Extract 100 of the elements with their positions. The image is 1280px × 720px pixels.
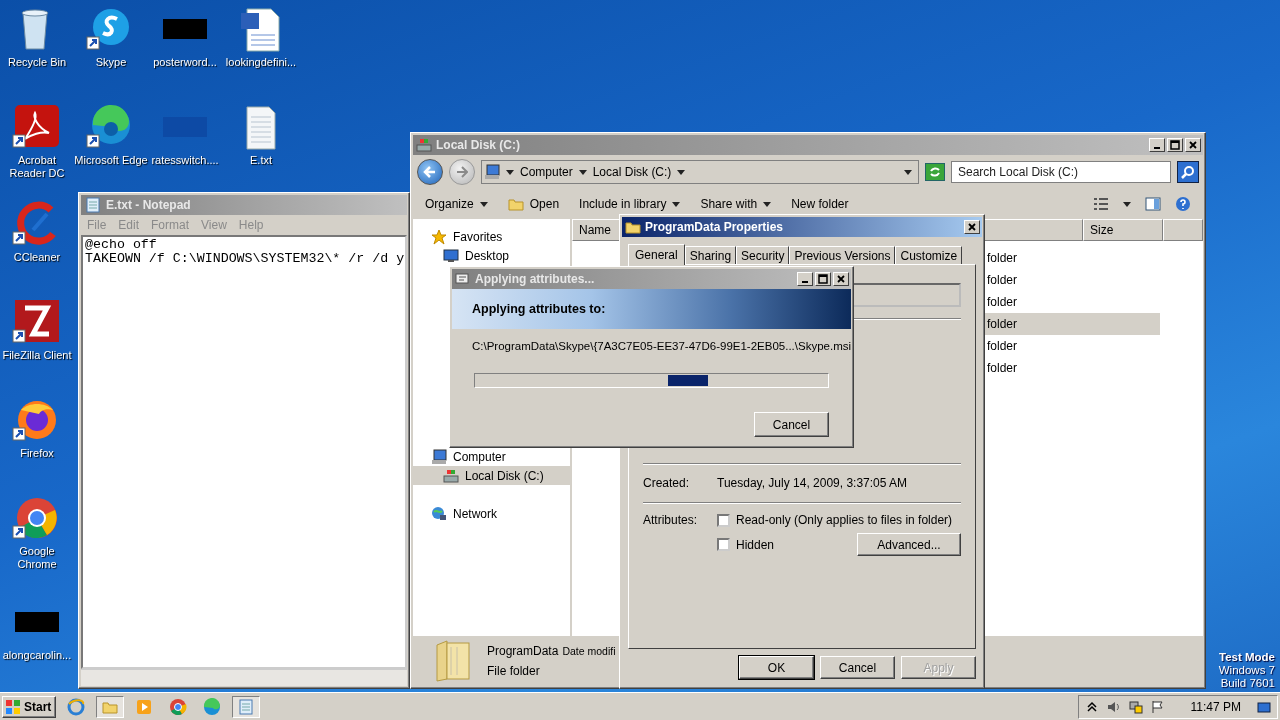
windows-logo-icon	[5, 698, 21, 715]
dialog-heading: Applying attributes to:	[472, 302, 606, 316]
folder-icon	[433, 639, 473, 683]
refresh-button[interactable]	[925, 163, 945, 181]
nav-item[interactable]: Desktop	[413, 246, 570, 265]
icon-label[interactable]: FileZilla Client	[2, 349, 72, 362]
toolbar-button[interactable]: Organize	[425, 197, 488, 211]
minimize-icon	[1154, 147, 1160, 149]
forward-button[interactable]	[449, 159, 475, 185]
tab[interactable]: General	[628, 244, 685, 265]
taskbar-button[interactable]	[96, 695, 125, 718]
maximize-icon	[818, 274, 828, 284]
checkbox[interactable]	[717, 513, 730, 527]
close-icon	[836, 274, 846, 284]
icon-label[interactable]: lookingdefini...	[225, 56, 297, 69]
field-label: Date modifi	[562, 645, 616, 657]
icon-label[interactable]: Skype	[95, 56, 127, 69]
caret-icon	[578, 169, 587, 175]
field-value: Tuesday, July 14, 2009, 3:37:05 AM	[717, 476, 908, 490]
icon-label[interactable]: posterword...	[153, 56, 217, 69]
text-line: TAKEOWN /f C:\WINDOWS\SYSTEM32\* /r /d y	[85, 252, 403, 266]
swirl-icon	[203, 697, 222, 716]
back-button[interactable]	[417, 159, 443, 185]
nav-item[interactable]: Network	[413, 504, 570, 523]
checkbox-label[interactable]: Hidden	[736, 537, 775, 552]
speaker-icon[interactable]	[1106, 699, 1121, 714]
text-area[interactable]: @echo off TAKEOWN /f C:\WINDOWS\SYSTEM32\* /r /d y	[81, 235, 407, 669]
checkbox-label[interactable]: Read-only (Only applies to files in folder)	[736, 513, 953, 527]
column-header[interactable]	[1163, 219, 1203, 241]
show-desktop-icon[interactable]	[1257, 699, 1271, 714]
redacted-icon	[163, 19, 207, 39]
toolbar-button[interactable]: New folder	[791, 197, 849, 211]
breadcrumb-item[interactable]: Local Disk (C:)	[592, 165, 672, 179]
flag-icon[interactable]	[1150, 699, 1165, 714]
start-button[interactable]: Start	[2, 695, 57, 718]
toolbar-button[interactable]: Share with	[700, 197, 772, 211]
os-notice-text: Build 7601	[1220, 677, 1275, 690]
tab[interactable]: Customize	[895, 246, 963, 264]
play-icon	[135, 697, 154, 716]
caret-icon	[677, 169, 686, 175]
os-notice-text: Windows 7	[1218, 664, 1275, 677]
close-button[interactable]	[964, 220, 980, 234]
icon-label[interactable]: Firefox	[20, 447, 54, 460]
nav-item[interactable]: Favorites	[413, 227, 570, 246]
field-label: Attributes:	[643, 513, 699, 529]
nav-item[interactable]: Local Disk (C:)	[413, 466, 570, 485]
globe-icon	[431, 505, 447, 522]
caret-icon	[479, 201, 488, 207]
caret-icon	[672, 201, 681, 207]
forward-arrow-icon	[456, 166, 468, 178]
caret-icon	[904, 169, 912, 175]
view-list-icon[interactable]	[1093, 196, 1109, 212]
monitor-icon	[443, 247, 459, 264]
os-notice-text: Test Mode	[1219, 651, 1275, 664]
checkbox[interactable]	[717, 538, 730, 551]
advanced-button[interactable]: Advanced...	[857, 533, 961, 556]
scrollbar[interactable]	[81, 669, 407, 686]
back-arrow-icon	[422, 164, 438, 180]
toolbar-button[interactable]: Include in library	[579, 197, 681, 211]
icon-label[interactable]: Google Chrome	[0, 545, 74, 571]
text-line: @echo off	[85, 238, 158, 252]
preview-pane-icon[interactable]	[1145, 196, 1161, 212]
dialog-button[interactable]: Cancel	[820, 656, 895, 679]
drive-icon	[416, 137, 432, 153]
column-header[interactable]: Size	[1083, 219, 1163, 241]
tab[interactable]: Previous Versions	[789, 246, 896, 264]
icon-label[interactable]: ratesswitch....	[151, 154, 219, 167]
tab[interactable]: Sharing	[684, 246, 737, 264]
item-name: ProgramData	[487, 644, 559, 658]
drive-icon	[443, 467, 459, 484]
search-field[interactable]: Search Local Disk (C:)	[951, 161, 1171, 183]
icon-label[interactable]: alongcarolin...	[2, 649, 72, 662]
network-icon[interactable]	[1128, 699, 1143, 714]
star-icon	[431, 228, 447, 245]
nav-item[interactable]: Computer	[413, 447, 570, 466]
breadcrumb-item[interactable]: Computer	[520, 165, 573, 179]
icon-label[interactable]: CCleaner	[13, 251, 61, 264]
field-label: Created:	[643, 476, 691, 490]
toolbar-button[interactable]: Open	[507, 196, 560, 212]
caret-icon	[763, 201, 772, 207]
help-icon[interactable]	[1175, 196, 1191, 212]
window-title: Local Disk (C:)	[436, 138, 521, 152]
redacted-icon	[15, 612, 59, 632]
notepad-icon	[84, 196, 102, 214]
taskbar-button[interactable]	[232, 695, 261, 718]
tab[interactable]: Security	[736, 246, 790, 264]
folder-icon	[507, 196, 524, 212]
notepad-icon	[237, 697, 256, 716]
icon-label[interactable]: Microsoft Edge	[74, 154, 148, 167]
icon-label[interactable]: Recycle Bin	[7, 56, 67, 69]
icon-label[interactable]: E.txt	[250, 154, 272, 167]
cancel-button[interactable]: Cancel	[754, 412, 829, 437]
window-title: E.txt - Notepad	[106, 198, 192, 212]
window-icon	[455, 271, 471, 287]
dialog-button[interactable]: OK	[739, 656, 814, 679]
search-icon	[1181, 165, 1195, 179]
search-button[interactable]	[1177, 161, 1199, 183]
close-icon	[967, 222, 977, 232]
icon-label[interactable]: Acrobat Reader DC	[0, 154, 74, 180]
address-bar[interactable]: Computer Local Disk (C:)	[481, 160, 919, 184]
